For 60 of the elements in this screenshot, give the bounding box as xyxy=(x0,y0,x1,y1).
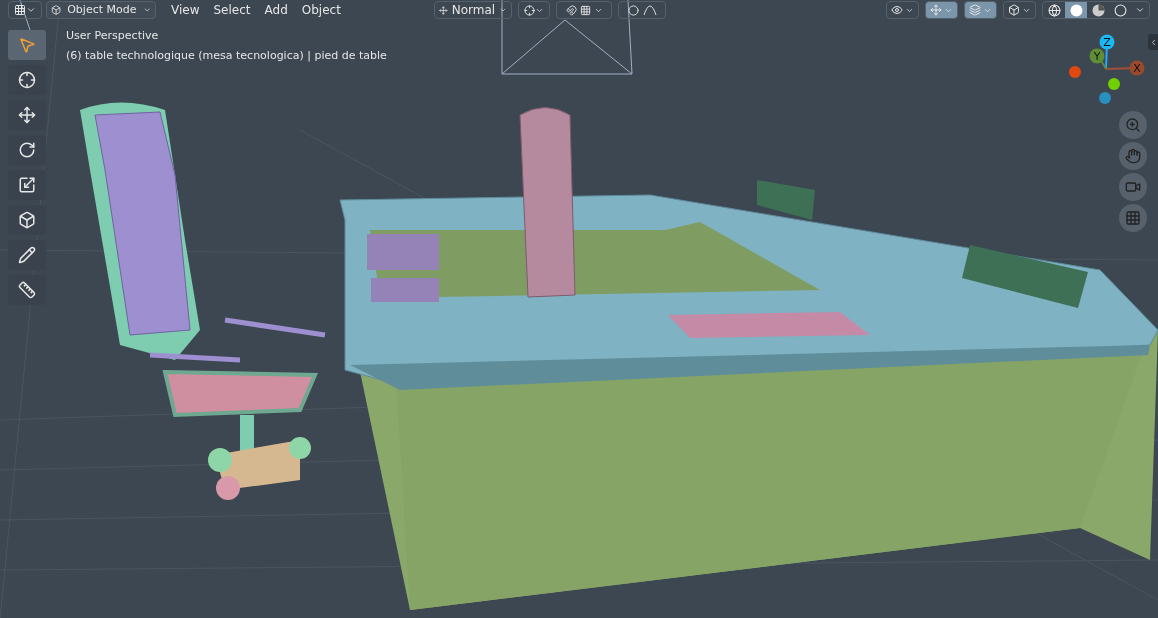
crosshair-icon xyxy=(18,71,36,89)
magnet-icon xyxy=(565,4,577,16)
pencil-icon xyxy=(18,246,36,264)
pivot-icon xyxy=(524,4,535,16)
view-name-label: User Perspective xyxy=(66,28,160,44)
navigation-button[interactable] xyxy=(1119,111,1147,139)
rotate-icon xyxy=(18,141,36,159)
axis-gizmo-drawing: Z Y X xyxy=(1066,33,1148,107)
hand-icon xyxy=(1125,148,1141,164)
ruler-icon xyxy=(18,281,36,299)
material-sphere-icon xyxy=(1091,3,1105,17)
tool-button[interactable] xyxy=(8,65,46,95)
camera-icon xyxy=(1125,179,1141,195)
gizmo-icon xyxy=(930,4,942,16)
wireframe-sphere-icon xyxy=(1047,3,1061,17)
falloff-curve-icon xyxy=(642,4,657,16)
solid-sphere-icon xyxy=(1069,3,1083,17)
snap-button[interactable] xyxy=(556,1,612,19)
select-icon xyxy=(18,36,36,54)
grid-icon xyxy=(1125,210,1141,226)
grid-icon xyxy=(579,4,591,16)
transform-icon xyxy=(18,211,36,229)
chevron-icon xyxy=(142,5,151,15)
rendered-sphere-icon xyxy=(1113,3,1127,17)
navigation-button[interactable] xyxy=(1119,204,1147,232)
orientation-icon xyxy=(439,4,448,16)
mode-dropdown[interactable]: Object Mode xyxy=(46,1,156,19)
editor-type-button[interactable] xyxy=(8,1,42,19)
menu-item[interactable]: Add xyxy=(259,1,293,19)
proportional-button[interactable] xyxy=(618,1,666,19)
scale-icon xyxy=(18,176,36,194)
menu-item[interactable]: View xyxy=(166,1,205,19)
overlay-icon xyxy=(969,4,981,16)
navigation-button[interactable] xyxy=(1119,142,1147,170)
menu-item[interactable]: Object xyxy=(296,1,346,19)
pivot-button[interactable] xyxy=(518,1,550,19)
editor-type-icon xyxy=(14,4,26,16)
tool-button[interactable] xyxy=(8,100,46,130)
chevron-icon xyxy=(26,5,36,15)
overlay-toggle-button[interactable] xyxy=(886,1,919,19)
move-icon xyxy=(18,106,36,124)
eye-icon xyxy=(891,4,903,16)
chevron-icon xyxy=(1135,5,1145,15)
navigation-button[interactable] xyxy=(1119,173,1147,201)
overlay-toggle-button[interactable] xyxy=(964,1,997,19)
tool-button[interactable] xyxy=(8,275,46,305)
xray-icon xyxy=(1008,4,1020,16)
tool-button[interactable] xyxy=(8,205,46,235)
tool-button[interactable] xyxy=(8,135,46,165)
ring-icon xyxy=(627,4,639,16)
overlay-toggle-button[interactable] xyxy=(925,1,958,19)
tool-button[interactable] xyxy=(8,170,46,200)
tool-button[interactable] xyxy=(8,240,46,270)
sidebar-toggle-button[interactable] xyxy=(1148,34,1158,50)
object-name-label: (6) table technologique (mesa tecnologica) | pied de table xyxy=(66,47,387,64)
cube-icon xyxy=(51,4,62,16)
overlay-toggle-button[interactable] xyxy=(1003,1,1036,19)
orientation-dropdown[interactable]: Normal xyxy=(434,1,512,19)
zoom-icon xyxy=(1125,117,1141,133)
menu-item[interactable]: Select xyxy=(208,1,256,19)
